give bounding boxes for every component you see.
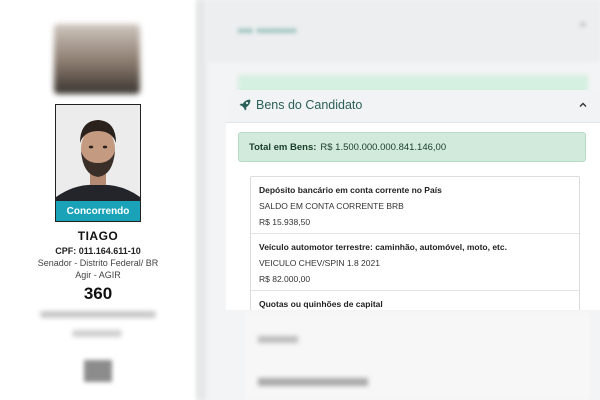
candidate-sidebar: Concorrendo TIAGO CPF: 011.164.611-10 Se… bbox=[0, 0, 196, 400]
column-divider bbox=[196, 0, 206, 400]
assets-panel: Bens do Candidato Total em Bens: R$ 1.50… bbox=[226, 90, 600, 310]
assets-panel-title: Bens do Candidato bbox=[256, 98, 363, 112]
blurred-qr-code bbox=[84, 360, 112, 382]
blurred-chevron-icon: ⌃ bbox=[577, 20, 589, 36]
blurred-text bbox=[40, 311, 156, 318]
assets-list: Depósito bancário em conta corrente no P… bbox=[250, 176, 580, 310]
blurred-background-title: ▪▪▪ ▪▪▪▪▪▪▪▪ bbox=[238, 22, 297, 38]
blurred-text bbox=[258, 378, 368, 386]
candidate-office: Senador - Distrito Federal/ BR bbox=[37, 258, 159, 268]
asset-value: R$ 82.000,00 bbox=[259, 274, 311, 284]
asset-type: Depósito bancário em conta corrente no P… bbox=[259, 185, 442, 195]
candidate-cpf: CPF: 011.164.611-10 bbox=[55, 246, 141, 256]
assets-panel-header[interactable]: Bens do Candidato bbox=[226, 90, 600, 123]
candidate-photo: Concorrendo bbox=[55, 104, 141, 222]
asset-item: Quotas ou quinhões de capital bbox=[251, 291, 579, 310]
asset-description: SALDO EM CONTA CORRENTE BRB bbox=[259, 201, 404, 211]
blurred-background-lower bbox=[245, 312, 590, 400]
blurred-text bbox=[72, 330, 122, 337]
candidate-name: TIAGO bbox=[77, 229, 119, 243]
asset-type: Veículo automotor terrestre: caminhão, a… bbox=[259, 242, 507, 252]
asset-type: Quotas ou quinhões de capital bbox=[259, 299, 383, 309]
asset-description: VEICULO CHEV/SPIN 1.8 2021 bbox=[259, 258, 380, 268]
asset-item: Depósito bancário em conta corrente no P… bbox=[251, 177, 579, 234]
asset-item: Veículo automotor terrestre: caminhão, a… bbox=[251, 234, 579, 291]
candidate-party: Agir - AGIR bbox=[75, 270, 121, 280]
rocket-icon bbox=[239, 99, 251, 111]
total-assets-label: Total em Bens: bbox=[249, 141, 317, 153]
total-assets-box: Total em Bens: R$ 1.500.000.000.841.146,… bbox=[238, 132, 586, 162]
status-badge: Concorrendo bbox=[56, 201, 140, 221]
asset-value: R$ 15.938,50 bbox=[259, 217, 311, 227]
candidate-number: 360 bbox=[83, 284, 113, 303]
total-assets-value: R$ 1.500.000.000.841.146,00 bbox=[320, 141, 447, 153]
chevron-up-icon[interactable] bbox=[578, 100, 588, 110]
blurred-text bbox=[258, 336, 298, 343]
blurred-candidate-photo bbox=[54, 24, 140, 94]
